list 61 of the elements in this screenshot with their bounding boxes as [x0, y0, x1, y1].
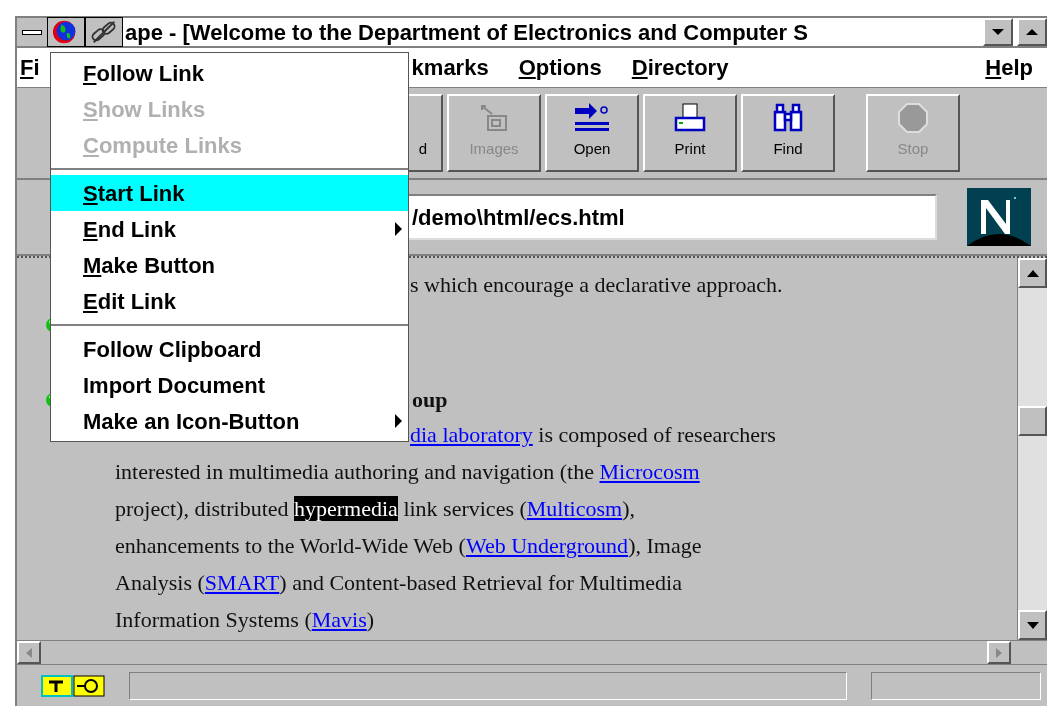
hyperlink[interactable]: dia laboratory [410, 422, 533, 447]
body-text: enhancements to the World-Wide Web ( [115, 533, 466, 558]
section-heading: oup [412, 386, 448, 414]
scroll-thumb[interactable] [1018, 406, 1047, 436]
body-text: interested in multimedia authoring and navigation (the [115, 459, 595, 484]
menu-option[interactable]: Make Button [51, 247, 408, 283]
hyperlink[interactable]: Microcosm [599, 459, 700, 484]
body-text: is composed of researchers [537, 422, 776, 447]
scroll-left-button[interactable] [17, 641, 41, 664]
left-arrow-icon [26, 647, 32, 658]
horizontal-scrollbar[interactable] [17, 641, 1011, 664]
minimize-button[interactable] [983, 18, 1013, 46]
maximize-button[interactable] [1017, 18, 1047, 46]
menu-item[interactable]: Fi [20, 51, 40, 84]
chain-link-icon[interactable] [85, 17, 123, 47]
scroll-up-button[interactable] [1018, 258, 1047, 288]
menu-item[interactable]: Options [518, 51, 602, 84]
toolbar-button[interactable]: Print [643, 94, 737, 172]
hyperlink[interactable]: Web Underground [465, 533, 629, 558]
scroll-down-button[interactable] [1018, 610, 1047, 640]
body-text: link services ( [402, 496, 527, 521]
down-arrow-icon [1026, 621, 1039, 629]
menu-item[interactable]: kmarks [411, 51, 489, 84]
globe-icon[interactable] [47, 17, 85, 47]
hyperlink[interactable]: Multicosm [526, 496, 623, 521]
menu-option[interactable]: Make an Icon-Button [51, 403, 408, 439]
vertical-scrollbar[interactable] [1017, 258, 1047, 640]
menu-option[interactable]: Start Link [51, 175, 408, 211]
body-text: Analysis ( [115, 570, 205, 595]
body-text: project), distributed [115, 496, 290, 521]
right-arrow-icon [996, 647, 1002, 658]
menu-option[interactable]: Edit Link [51, 283, 408, 319]
down-arrow-icon [992, 29, 1004, 35]
open-icon [573, 101, 611, 134]
body-text: s which encourage a declarative approach. [410, 272, 783, 297]
window-title: ape - [Welcome to the Department of Electronics and Computer S [124, 18, 809, 47]
menu-item[interactable]: Help [985, 51, 1033, 84]
images-icon [478, 103, 510, 134]
submenu-arrow-icon [395, 414, 402, 428]
body-text: Information Systems ( [115, 607, 312, 632]
menu-option[interactable]: Follow Link [51, 55, 408, 91]
body-text: ) and Content-based Retrieval for Multimedia [279, 570, 682, 595]
binoculars-icon [772, 101, 804, 134]
up-arrow-icon [1026, 29, 1038, 35]
menu-item[interactable]: Directory [631, 51, 729, 84]
minus-icon [22, 29, 42, 35]
submenu-arrow-icon [395, 222, 402, 236]
toolbar-button[interactable]: Find [741, 94, 835, 172]
system-menu-button[interactable] [17, 18, 47, 46]
netscape-logo[interactable] [967, 188, 1031, 246]
menu-option[interactable]: Follow Clipboard [51, 331, 408, 367]
body-text: ) [366, 607, 375, 632]
body-text: ), [622, 496, 635, 521]
selected-text: hypermedia [294, 496, 398, 521]
menu-option[interactable]: Import Document [51, 367, 408, 403]
up-arrow-icon [1026, 269, 1039, 277]
scroll-right-button[interactable] [987, 641, 1011, 664]
printer-icon [674, 101, 706, 134]
body-text: ), Image [628, 533, 702, 558]
stop-icon [897, 101, 929, 134]
toolbar-button[interactable]: Open [545, 94, 639, 172]
